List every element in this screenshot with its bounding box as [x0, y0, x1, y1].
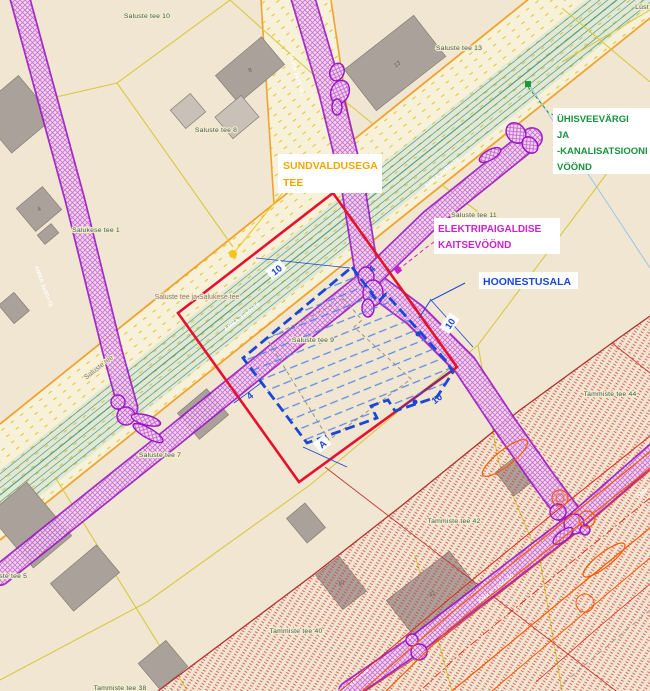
plan-map-canvas[interactable]: 8 13 4 1 4 42 40 — [0, 0, 650, 691]
parcel-label: Saluste tee 5 — [0, 573, 27, 580]
callout-line: TEE — [283, 177, 303, 189]
parcel-label: Saluste tee 11 — [451, 212, 497, 219]
parcel-label: Tammiste tee 42 — [428, 518, 481, 525]
callout-line: KAITSEVÖÖND — [438, 238, 511, 251]
callout-label: HOONESTUSALA — [483, 276, 572, 288]
parcel-label: Tammiste tee 44 — [584, 391, 637, 398]
parcel-label: Saluste tee 9 — [292, 337, 334, 344]
callout-line: -KANALISATSIOONI — [557, 146, 648, 157]
parcel-label: Saluste tee 10 — [124, 13, 170, 20]
callout-elektripaigaldise-kaitsevoond: ELEKTRIPAIGALDISE KAITSEVÖÖND — [434, 218, 560, 254]
plan-map-stage: 8 13 4 1 4 42 40 — [0, 0, 650, 691]
parcel-label: Salukese tee 1 — [72, 227, 120, 234]
parcel-label: Tammiste tee 40 — [270, 628, 323, 635]
parcel-label: Tammiste tee 38 — [94, 685, 147, 691]
road-name-combined-label: Saluste tee ja Salukese tee — [155, 294, 240, 301]
parcel-label: Lüst — [635, 4, 649, 11]
parcel-label: Saluste tee 8 — [195, 127, 237, 134]
parcel-label: Saluste tee 7 — [139, 452, 181, 459]
callout-uhisveevargi-voond: ÜHISVEEVÄRGI JA -KANALISATSIOONI VÖÖND — [553, 108, 650, 174]
callout-sundvaldusega-tee: SUNDVALDUSEGA TEE — [278, 154, 382, 193]
water-anchor-point — [525, 81, 531, 87]
callout-line: JA — [557, 130, 569, 141]
callout-hoonestusala: HOONESTUSALA — [479, 272, 578, 289]
callout-line: VÖÖND — [557, 162, 592, 173]
callout-line: SUNDVALDUSEGA — [283, 160, 378, 172]
parcel-label: Saluste tee 13 — [436, 45, 482, 52]
callout-line: ÜHISVEEVÄRGI — [557, 114, 629, 125]
callout-line: ELEKTRIPAIGALDISE — [438, 224, 541, 235]
